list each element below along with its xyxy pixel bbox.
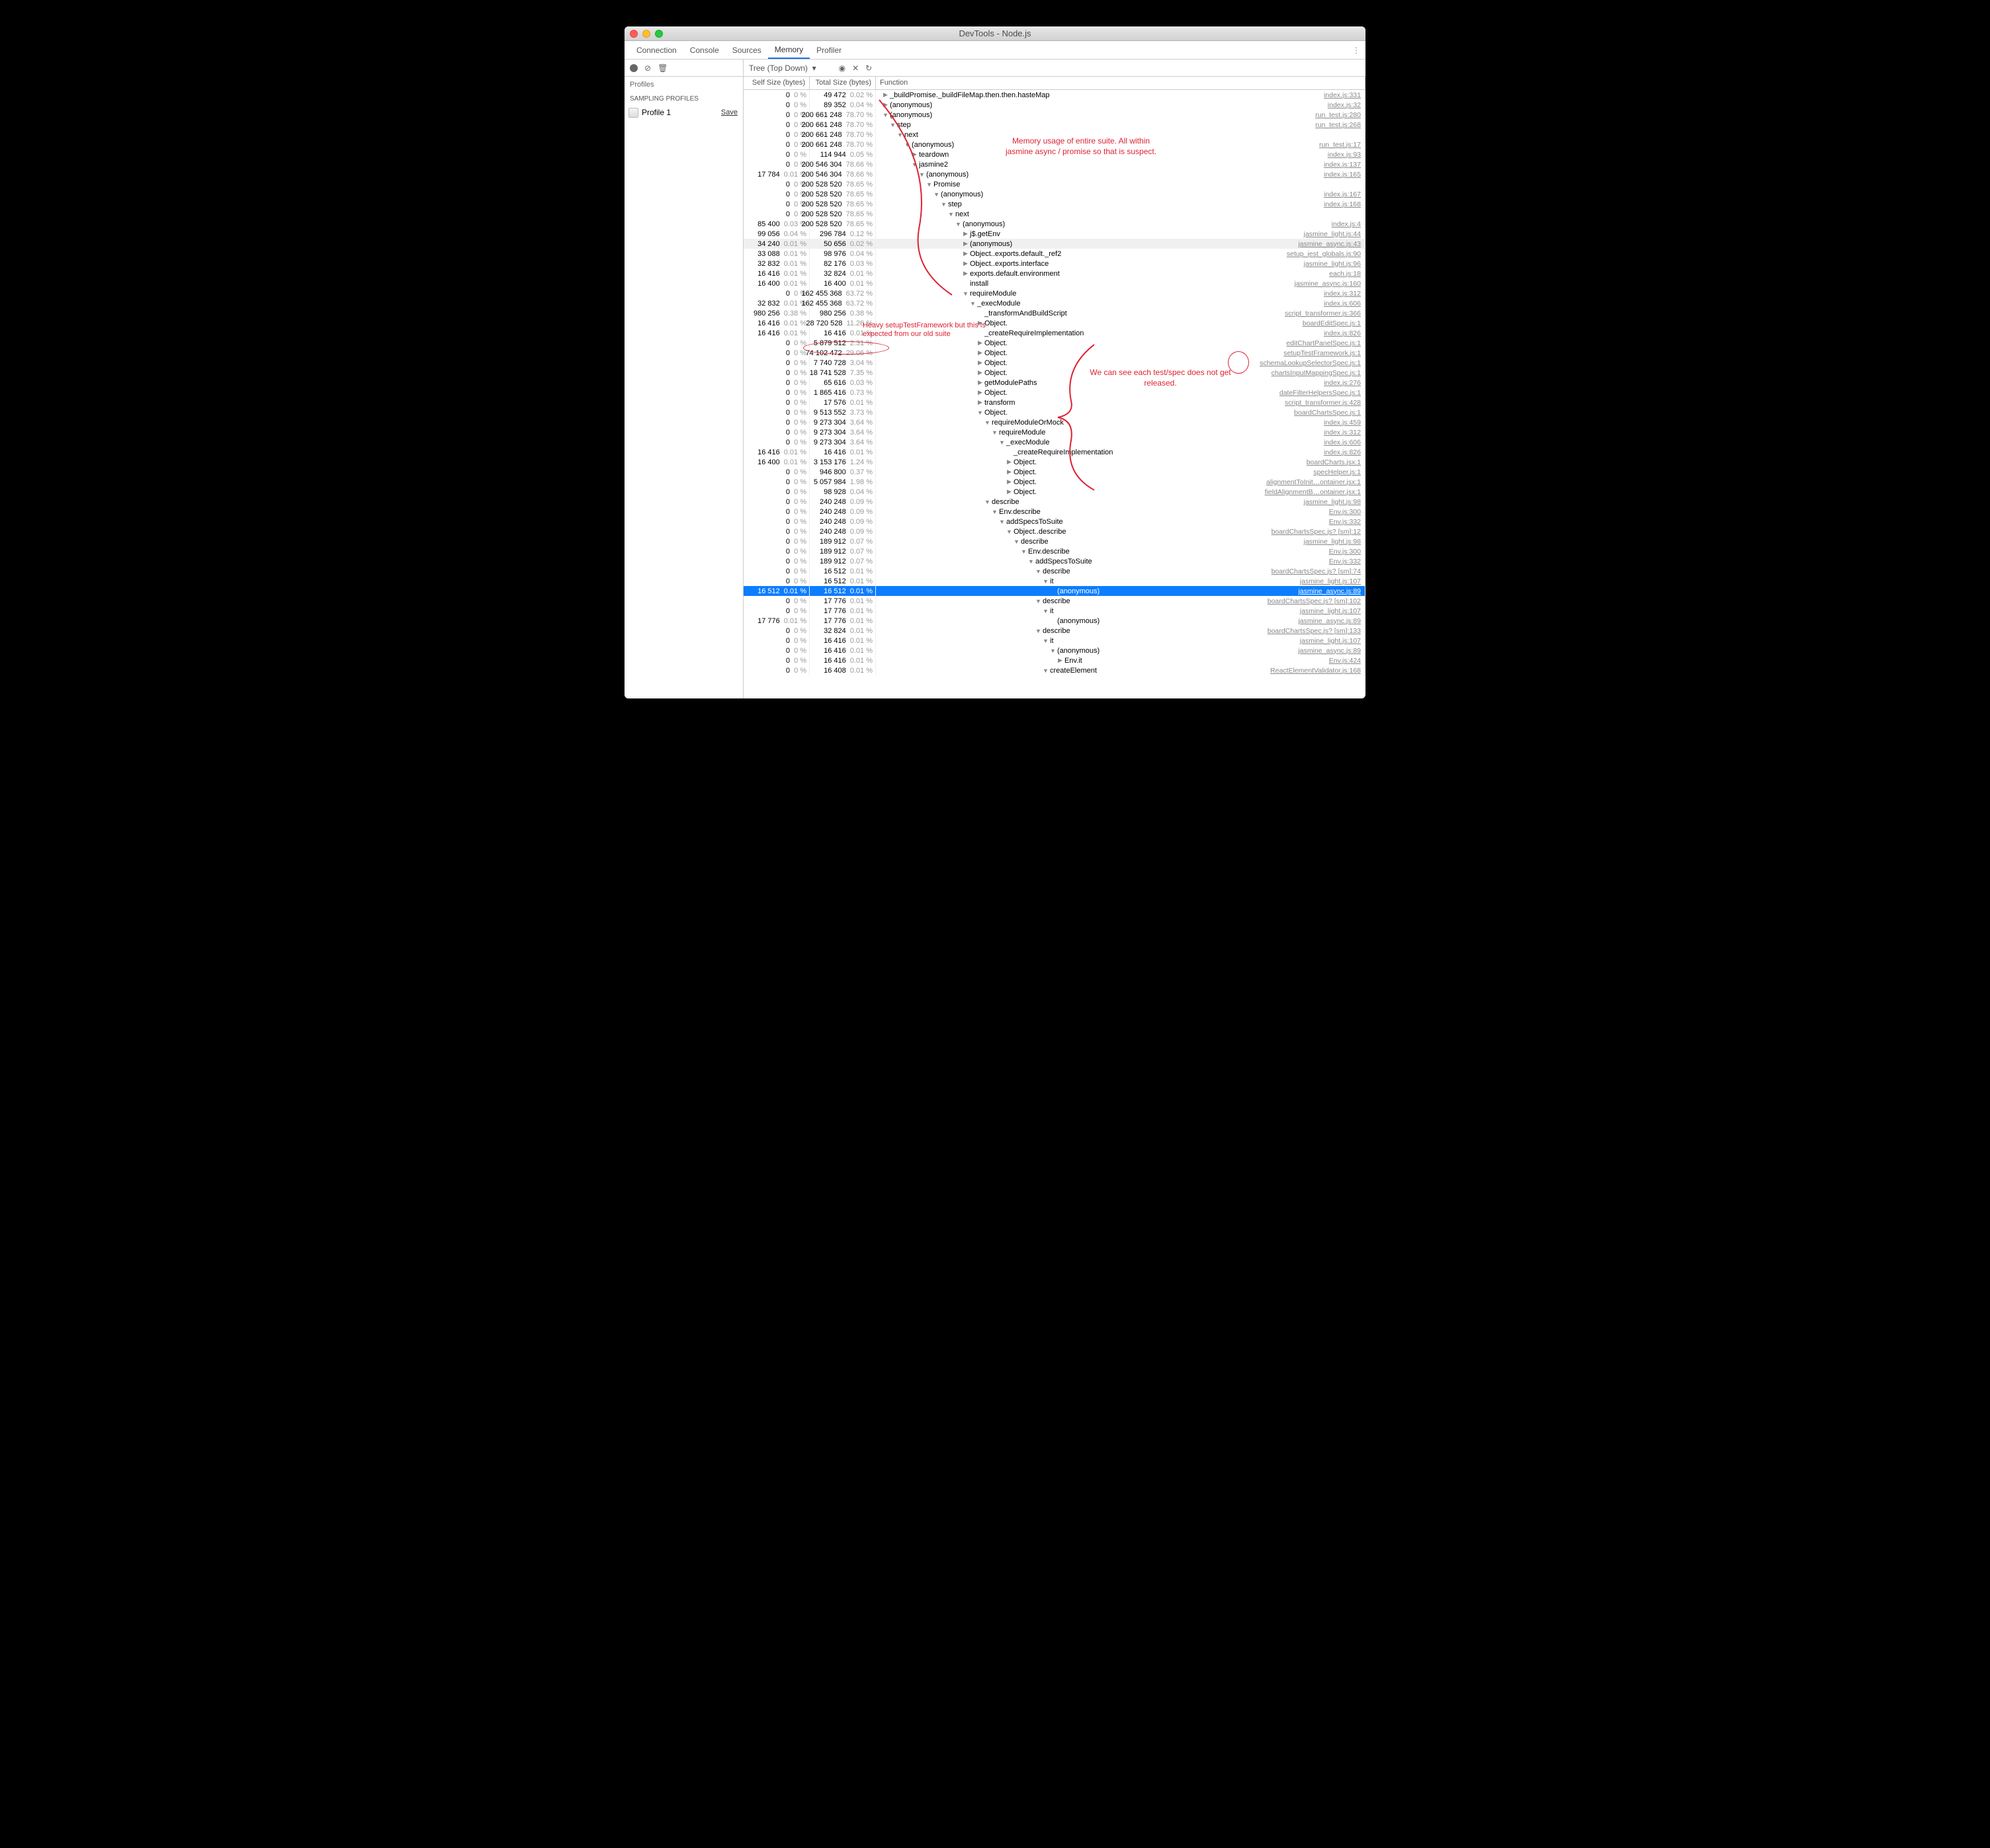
table-row[interactable]: 85 4000.03 %200 528 52078.65 %▼(anonymou…	[744, 219, 1365, 229]
record-icon[interactable]	[630, 64, 638, 72]
devtools-window: DevTools - Node.js Connection Console So…	[625, 26, 1365, 698]
table-row[interactable]: 980 2560.38 %980 2560.38 %_transformAndB…	[744, 308, 1365, 318]
table-row[interactable]: 00 %200 661 24878.70 %▼(anonymous)run_te…	[744, 140, 1365, 149]
table-row[interactable]: 00 %16 4160.01 %▶Env.itEnv.js:424	[744, 655, 1365, 665]
table-row[interactable]: 00 %65 6160.03 %▶getModulePathsindex.js:…	[744, 378, 1365, 388]
tab-connection[interactable]: Connection	[630, 41, 683, 59]
table-row[interactable]: 00 %114 9440.05 %▶teardownindex.js:93	[744, 149, 1365, 159]
table-row[interactable]: 16 4000.01 %3 153 1761.24 %▶Object.board…	[744, 457, 1365, 467]
table-row[interactable]: 00 %200 528 52078.65 %▼Promise	[744, 179, 1365, 189]
table-row[interactable]: 33 0880.01 %98 9760.04 %▶Object..exports…	[744, 249, 1365, 259]
table-row[interactable]: 16 4000.01 %16 4000.01 %installjasmine_a…	[744, 278, 1365, 288]
grid-body: 00 %49 4720.02 %▶_buildPromise._buildFil…	[744, 90, 1365, 675]
table-row[interactable]: 00 %17 7760.01 %▼describeboardChartsSpec…	[744, 596, 1365, 606]
table-row[interactable]: 00 %162 455 36863.72 %▼requireModuleinde…	[744, 288, 1365, 298]
more-icon[interactable]: ⋮	[1352, 46, 1360, 55]
table-row[interactable]: 32 8320.01 %162 455 36863.72 %▼_execModu…	[744, 298, 1365, 308]
table-row[interactable]: 00 %9 273 3043.64 %▼_execModuleindex.js:…	[744, 437, 1365, 447]
tab-memory[interactable]: Memory	[768, 41, 810, 59]
table-row[interactable]: 00 %16 4160.01 %▼itjasmine_light.js:107	[744, 636, 1365, 646]
table-row[interactable]: 16 4160.01 %28 720 52811.26 %▶Object.boa…	[744, 318, 1365, 328]
tab-bar: Connection Console Sources Memory Profil…	[625, 41, 1365, 60]
profile-grid[interactable]: Self Size (bytes) Total Size (bytes) Fun…	[744, 77, 1365, 698]
eye-icon[interactable]: ◉	[839, 63, 845, 73]
clear-icon[interactable]: ⊘	[644, 63, 651, 73]
table-row[interactable]: 00 %200 546 30478.66 %▼jasmine2index.js:…	[744, 159, 1365, 169]
sidebar: Profiles SAMPLING PROFILES Profile 1 Sav…	[625, 77, 744, 698]
sidebar-heading: Profiles	[625, 77, 743, 93]
trash-icon[interactable]: 🗑	[658, 63, 668, 73]
save-link[interactable]: Save	[721, 108, 738, 116]
table-row[interactable]: 00 %200 528 52078.65 %▼stepindex.js:168	[744, 199, 1365, 209]
table-row[interactable]: 00 %18 741 5287.35 %▶Object.chartsInputM…	[744, 368, 1365, 378]
table-row[interactable]: 00 %17 7760.01 %▼itjasmine_light.js:107	[744, 606, 1365, 616]
table-row[interactable]: 00 %200 661 24878.70 %▼next	[744, 130, 1365, 140]
grid-header: Self Size (bytes) Total Size (bytes) Fun…	[744, 77, 1365, 90]
table-row[interactable]: 16 4160.01 %32 8240.01 %▶exports.default…	[744, 269, 1365, 278]
table-row[interactable]: 00 %189 9120.07 %▼Env.describeEnv.js:300	[744, 546, 1365, 556]
table-row[interactable]: 00 %189 9120.07 %▼addSpecsToSuiteEnv.js:…	[744, 556, 1365, 566]
table-row[interactable]: 00 %200 528 52078.65 %▼(anonymous)index.…	[744, 189, 1365, 199]
table-row[interactable]: 00 %16 4080.01 %▼createElementReactEleme…	[744, 665, 1365, 675]
refresh-icon[interactable]: ↻	[865, 63, 872, 73]
table-row[interactable]: 17 7840.01 %200 546 30478.66 %▼(anonymou…	[744, 169, 1365, 179]
table-row[interactable]: 16 4160.01 %16 4160.01 %_createRequireIm…	[744, 328, 1365, 338]
toolbar: ⊘ 🗑 Tree (Top Down) ▾ ◉ ✕ ↻	[625, 60, 1365, 77]
table-row[interactable]: 34 2400.01 %50 6560.02 %▶(anonymous)jasm…	[744, 239, 1365, 249]
table-row[interactable]: 00 %16 5120.01 %▼describeboardChartsSpec…	[744, 566, 1365, 576]
tab-sources[interactable]: Sources	[726, 41, 768, 59]
col-self-size[interactable]: Self Size (bytes)	[744, 77, 810, 89]
tab-profiler[interactable]: Profiler	[810, 41, 848, 59]
tab-console[interactable]: Console	[683, 41, 726, 59]
table-row[interactable]: 00 %32 8240.01 %▼describeboardChartsSpec…	[744, 626, 1365, 636]
close-toolbar-icon[interactable]: ✕	[852, 63, 859, 73]
table-row[interactable]: 00 %1 865 4160.73 %▶Object.dateFilterHel…	[744, 388, 1365, 398]
table-row[interactable]: 00 %200 661 24878.70 %▼(anonymous)run_te…	[744, 110, 1365, 120]
table-row[interactable]: 00 %89 3520.04 %▶(anonymous)index.js:32	[744, 100, 1365, 110]
col-total-size[interactable]: Total Size (bytes)	[810, 77, 876, 89]
table-row[interactable]: 00 %16 5120.01 %▼itjasmine_light.js:107	[744, 576, 1365, 586]
table-row[interactable]: 00 %9 273 3043.64 %▼requireModuleOrMocki…	[744, 417, 1365, 427]
table-row[interactable]: 00 %5 879 5122.31 %▶Object.editChartPane…	[744, 338, 1365, 348]
table-row[interactable]: 00 %7 740 7283.04 %▶Object.schemaLookupS…	[744, 358, 1365, 368]
col-function[interactable]: Function	[876, 77, 1365, 89]
table-row[interactable]: 00 %16 4160.01 %▼(anonymous)jasmine_asyn…	[744, 646, 1365, 655]
table-row[interactable]: 00 %189 9120.07 %▼describejasmine_light.…	[744, 536, 1365, 546]
table-row[interactable]: 00 %200 661 24878.70 %▼steprun_test.js:2…	[744, 120, 1365, 130]
table-row[interactable]: 00 %98 9280.04 %▶Object.fieldAlignmentB……	[744, 487, 1365, 497]
table-row[interactable]: 00 %240 2480.09 %▼Env.describeEnv.js:300	[744, 507, 1365, 517]
window-title: DevTools - Node.js	[625, 28, 1365, 38]
profile-item[interactable]: Profile 1 Save	[625, 105, 743, 120]
table-row[interactable]: 00 %240 2480.09 %▼addSpecsToSuiteEnv.js:…	[744, 517, 1365, 526]
table-row[interactable]: 00 %9 273 3043.64 %▼requireModuleindex.j…	[744, 427, 1365, 437]
table-row[interactable]: 00 %49 4720.02 %▶_buildPromise._buildFil…	[744, 90, 1365, 100]
table-row[interactable]: 00 %17 5760.01 %▶transformscript_transfo…	[744, 398, 1365, 407]
table-row[interactable]: 00 %9 513 5523.73 %▼Object.boardChartsSp…	[744, 407, 1365, 417]
table-row[interactable]: 00 %5 057 9841.98 %▶Object.alignmentToIn…	[744, 477, 1365, 487]
profile-name: Profile 1	[642, 108, 671, 117]
title-bar: DevTools - Node.js	[625, 26, 1365, 41]
profile-icon	[628, 108, 638, 118]
content: Profiles SAMPLING PROFILES Profile 1 Sav…	[625, 77, 1365, 698]
table-row[interactable]: 99 0560.04 %296 7840.12 %▶j$.getEnvjasmi…	[744, 229, 1365, 239]
sidebar-section: SAMPLING PROFILES	[625, 93, 743, 105]
table-row[interactable]: 16 5120.01 %16 5120.01 %(anonymous)jasmi…	[744, 586, 1365, 596]
view-dropdown[interactable]: Tree (Top Down) ▾	[749, 63, 816, 73]
table-row[interactable]: 00 %200 528 52078.65 %▼next	[744, 209, 1365, 219]
table-row[interactable]: 00 %74 102 47229.06 %▶Object.setupTestFr…	[744, 348, 1365, 358]
table-row[interactable]: 00 %946 8000.37 %▶Object.specHelper.js:1	[744, 467, 1365, 477]
table-row[interactable]: 17 7760.01 %17 7760.01 %(anonymous)jasmi…	[744, 616, 1365, 626]
table-row[interactable]: 00 %240 2480.09 %▼Object..describeboardC…	[744, 526, 1365, 536]
table-row[interactable]: 32 8320.01 %82 1760.03 %▶Object..exports…	[744, 259, 1365, 269]
table-row[interactable]: 16 4160.01 %16 4160.01 %_createRequireIm…	[744, 447, 1365, 457]
table-row[interactable]: 00 %240 2480.09 %▼describejasmine_light.…	[744, 497, 1365, 507]
